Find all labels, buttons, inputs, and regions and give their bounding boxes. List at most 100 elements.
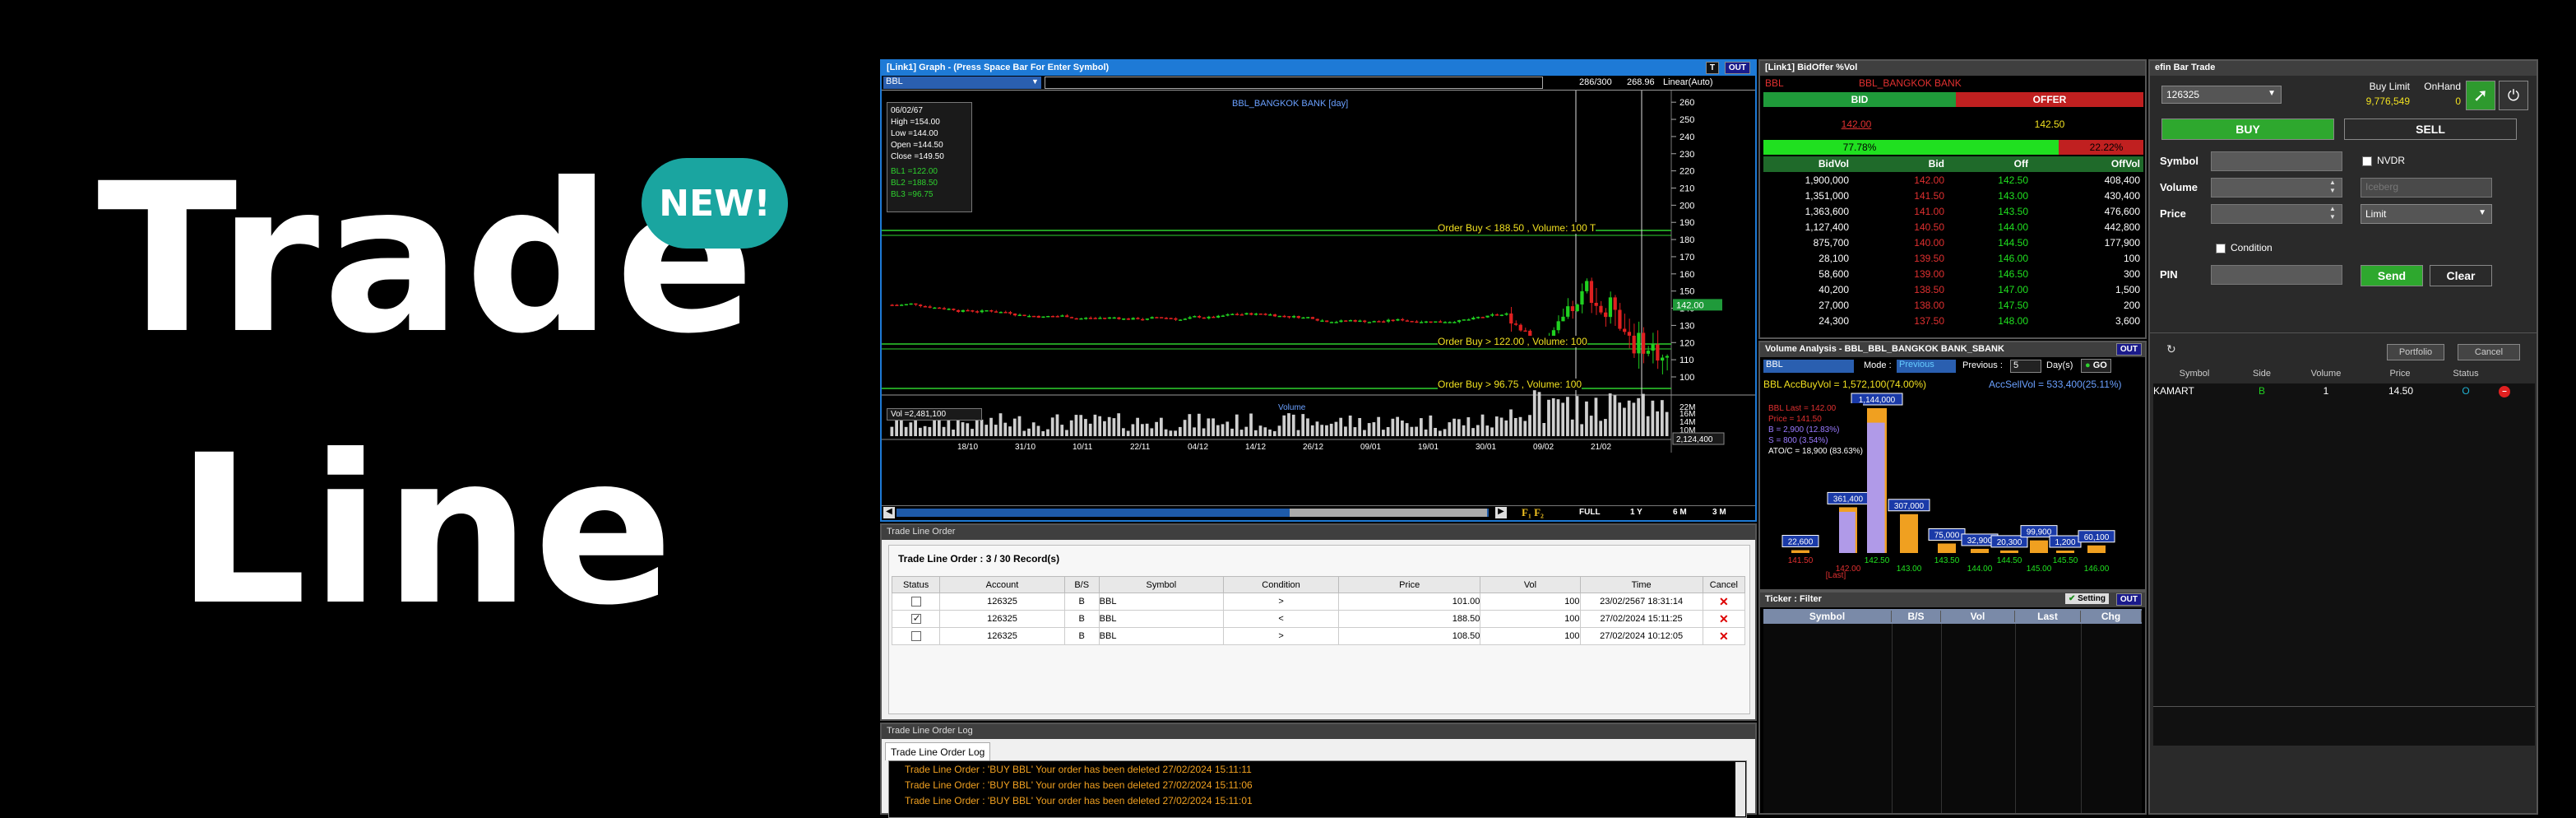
va-symbol-input[interactable]: BBL xyxy=(1763,360,1854,373)
tlo-cancel-cell[interactable]: ✕ xyxy=(1702,593,1746,611)
candle-body xyxy=(1457,320,1462,323)
portfolio-button[interactable]: Portfolio xyxy=(2387,344,2444,360)
refresh-icon[interactable]: ↻ xyxy=(2166,342,2176,356)
delete-x-icon[interactable]: ✕ xyxy=(1719,612,1729,625)
bidoffer-row[interactable]: 1,127,400 140.50 144.00 442,800 xyxy=(1763,220,2143,235)
chart-scrollbar-thumb[interactable] xyxy=(1290,509,1487,517)
period-3m[interactable]: 3 M xyxy=(1712,508,1726,517)
bidoffer-row[interactable]: 58,600 139.00 146.50 300 xyxy=(1763,267,2143,282)
va-previous-input[interactable]: 5 xyxy=(2010,360,2041,373)
ticker-out-button[interactable]: OUT xyxy=(2115,593,2142,606)
va-toolbar: BBL Mode : Previous Previous : 5 Day(s) … xyxy=(1760,357,2145,375)
volume-stepper-icon[interactable]: ▲ ▼ xyxy=(2329,179,2336,195)
price-stepper-icon[interactable]: ▲ ▼ xyxy=(2329,205,2336,221)
volume-bar xyxy=(1391,418,1395,436)
cancel-orders-button[interactable]: Cancel xyxy=(2458,344,2520,360)
status-checkbox[interactable] xyxy=(910,612,921,625)
order-line-label-2[interactable]: Order Buy > 122.00 , Volume: 100 xyxy=(1438,336,1587,347)
candle-body xyxy=(1027,315,1031,318)
candle-body xyxy=(1126,318,1131,320)
bidoffer-row[interactable]: 27,000 138.00 147.50 200 xyxy=(1763,298,2143,314)
volume-bar xyxy=(1145,423,1149,436)
delete-x-icon[interactable]: ✕ xyxy=(1719,630,1729,643)
clear-button[interactable]: Clear xyxy=(2430,265,2492,286)
graph-scale-mode[interactable]: Linear(Auto) xyxy=(1663,77,1713,87)
volume-bar xyxy=(1074,415,1078,436)
period-6m[interactable]: 6 M xyxy=(1673,508,1687,517)
tlo-row[interactable]: 126325 B BBL >108.50 100 27/02/2024 10:12:05 ✕ xyxy=(891,627,1746,645)
volume-analysis-out[interactable]: OUT xyxy=(2115,343,2142,356)
bidoffer-row[interactable]: 24,300 137.50 148.00 3,600 xyxy=(1763,314,2143,329)
bid-price: 139.50 xyxy=(1914,253,1944,264)
volume-input[interactable] xyxy=(2211,178,2342,198)
tlo-status-checkbox[interactable] xyxy=(891,610,941,628)
price-input[interactable] xyxy=(2211,204,2342,224)
va-mode-select[interactable]: Previous xyxy=(1897,360,1956,373)
graph-out-button[interactable]: OUT xyxy=(1724,62,1750,74)
candle-body xyxy=(1661,357,1665,361)
candle-body xyxy=(1012,314,1017,316)
ticker-setting-button[interactable]: ✔ Setting xyxy=(2064,593,2109,604)
expand-arrow-icon[interactable]: ➚ xyxy=(2466,81,2495,110)
candle-body xyxy=(1079,318,1083,320)
tlo-cancel-cell[interactable]: ✕ xyxy=(1702,610,1746,628)
bidoffer-symbol[interactable]: BBL xyxy=(1765,77,1784,89)
volume-bar xyxy=(1462,425,1466,436)
buy-button[interactable]: BUY xyxy=(2161,119,2334,140)
period-1y[interactable]: 1 Y xyxy=(1630,508,1642,517)
condition-checkbox[interactable] xyxy=(2216,244,2226,253)
bidoffer-row[interactable]: 40,200 138.50 147.00 1,500 xyxy=(1763,282,2143,298)
ticker-col-chg[interactable]: Chg xyxy=(2081,611,2142,622)
tlo-row[interactable]: 126325BBBL<188.5010027/02/2024 15:11:25 ✕ xyxy=(891,610,1746,628)
order-row[interactable]: KAMART B 1 14.50 O – xyxy=(2153,385,2535,398)
cancel-order-icon[interactable]: – xyxy=(2499,386,2510,397)
bidoffer-row[interactable]: 28,100 139.50 146.00 100 xyxy=(1763,251,2143,267)
bidoffer-row[interactable]: 1,351,000 141.50 143.00 430,400 xyxy=(1763,188,2143,204)
ticker-col-last[interactable]: Last xyxy=(2015,611,2081,622)
sell-button[interactable]: SELL xyxy=(2344,119,2517,140)
price-chart[interactable]: 2602502402302202102001901801701601501401… xyxy=(882,91,1755,453)
symbol-input[interactable] xyxy=(2211,151,2342,171)
price-type-select[interactable]: Limit ▼ xyxy=(2361,204,2492,224)
status-checkbox[interactable] xyxy=(910,597,921,607)
tlo-status-checkbox[interactable] xyxy=(891,593,941,611)
account-select[interactable]: 126325 ▼ xyxy=(2161,86,2282,104)
tlo-symbol: BBL xyxy=(1098,610,1225,628)
tlo-status-checkbox[interactable] xyxy=(891,627,941,645)
price-tick-label: 170 xyxy=(1679,253,1694,263)
tlo-log-tab[interactable]: Trade Line Order Log xyxy=(885,742,991,760)
nvdr-checkbox[interactable] xyxy=(2362,156,2372,166)
order-line-label-3[interactable]: Order Buy > 96.75 , Volume: 100 xyxy=(1438,379,1582,390)
graph-t-button[interactable]: T xyxy=(1705,62,1719,74)
status-checkbox[interactable] xyxy=(910,631,921,642)
bidoffer-row[interactable]: 1,900,000 142.00 142.50 408,400 xyxy=(1763,173,2143,188)
pin-input[interactable] xyxy=(2211,265,2342,285)
period-full[interactable]: FULL xyxy=(1579,508,1601,517)
ticker-col-bs[interactable]: B/S xyxy=(1892,611,1941,622)
fibo-icon[interactable]: F₁ F₂ xyxy=(1522,506,1544,519)
send-button[interactable]: Send xyxy=(2361,265,2423,286)
graph-symbol-input[interactable]: BBL xyxy=(883,77,1041,89)
volume-bar xyxy=(1088,423,1092,436)
candle-body xyxy=(1642,332,1646,354)
tlo-cancel-cell[interactable]: ✕ xyxy=(1702,627,1746,645)
graph-symbol-dropdown[interactable]: ▼ xyxy=(1031,77,1039,86)
candle-body xyxy=(1462,319,1466,321)
bidoffer-row[interactable]: 875,700 140.00 144.50 177,900 xyxy=(1763,235,2143,251)
tlo-col-cancel: Cancel xyxy=(1702,576,1746,593)
order-line-label-1[interactable]: Order Buy < 188.50 , Volume: 100 T xyxy=(1438,222,1596,234)
power-icon[interactable]: ⏻ xyxy=(2499,81,2528,110)
scroll-right-button[interactable]: ▶ xyxy=(1495,507,1507,518)
ticker-col-vol[interactable]: Vol xyxy=(1941,611,2015,622)
ticker-col-symbol[interactable]: Symbol xyxy=(1763,611,1892,622)
scroll-left-button[interactable]: ◀ xyxy=(883,507,895,518)
tlo-log-scrollbar[interactable] xyxy=(1735,762,1745,816)
volume-bar xyxy=(1107,416,1111,436)
bidoffer-row[interactable]: 1,363,600 141.00 143.50 476,600 xyxy=(1763,204,2143,220)
va-go-button[interactable]: ● GO xyxy=(2081,359,2111,373)
candle-body xyxy=(1093,318,1097,319)
volume-bar xyxy=(1377,416,1381,436)
tlo-row[interactable]: 126325 B BBL >101.00 100 23/02/2567 18:31:14 ✕ xyxy=(891,593,1746,611)
delete-x-icon[interactable]: ✕ xyxy=(1719,595,1729,608)
candle-body xyxy=(1561,316,1565,322)
